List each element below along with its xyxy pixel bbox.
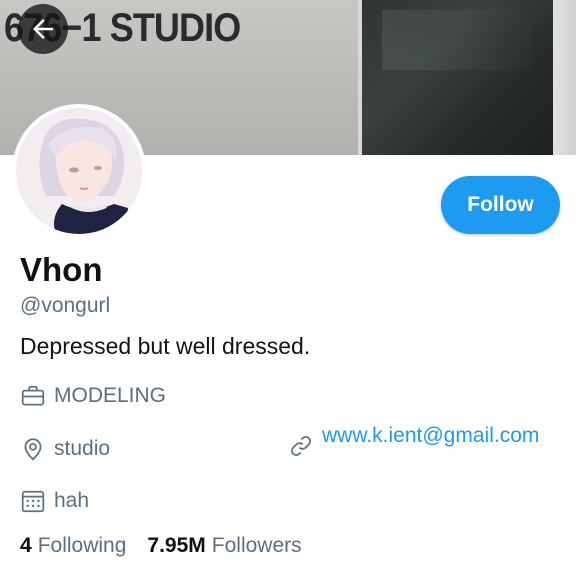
profile-handle: @vongurl [20,294,111,317]
profile-counts: 4 Following 7.95M Followers [20,534,302,558]
profile-joined: hah [54,489,90,512]
briefcase-icon [21,385,45,406]
profile-category: MODELING [54,384,167,407]
location-pin-icon [24,438,42,461]
back-button[interactable] [18,4,68,54]
follow-button[interactable]: Follow [441,176,560,234]
profile-website-link[interactable]: www.k.ient@gmail.com [322,423,548,449]
profile-category-row: MODELING [20,383,166,409]
calendar-icon [21,490,45,513]
avatar-image [16,108,142,234]
banner-frame [553,0,576,155]
arrow-left-icon [33,19,53,39]
profile-location: studio [54,437,111,460]
avatar[interactable] [12,104,146,238]
following-count: 4 [20,534,32,557]
followers-count: 7.95M [147,534,206,557]
followers-count-link[interactable]: 7.95M Followers [147,534,301,558]
banner-window [358,0,557,155]
link-icon [291,436,311,456]
profile-name: Vhon [20,251,103,288]
followers-label: Followers [211,534,302,557]
profile-location-row: studio [20,436,110,462]
following-label: Following [37,534,127,557]
profile-joined-row: hah [20,488,89,514]
profile-bio: Depressed but well dressed. [20,333,311,359]
profile-website-row: www.k.ient@gmail.com [288,423,558,459]
following-count-link[interactable]: 4 Following [20,534,126,558]
